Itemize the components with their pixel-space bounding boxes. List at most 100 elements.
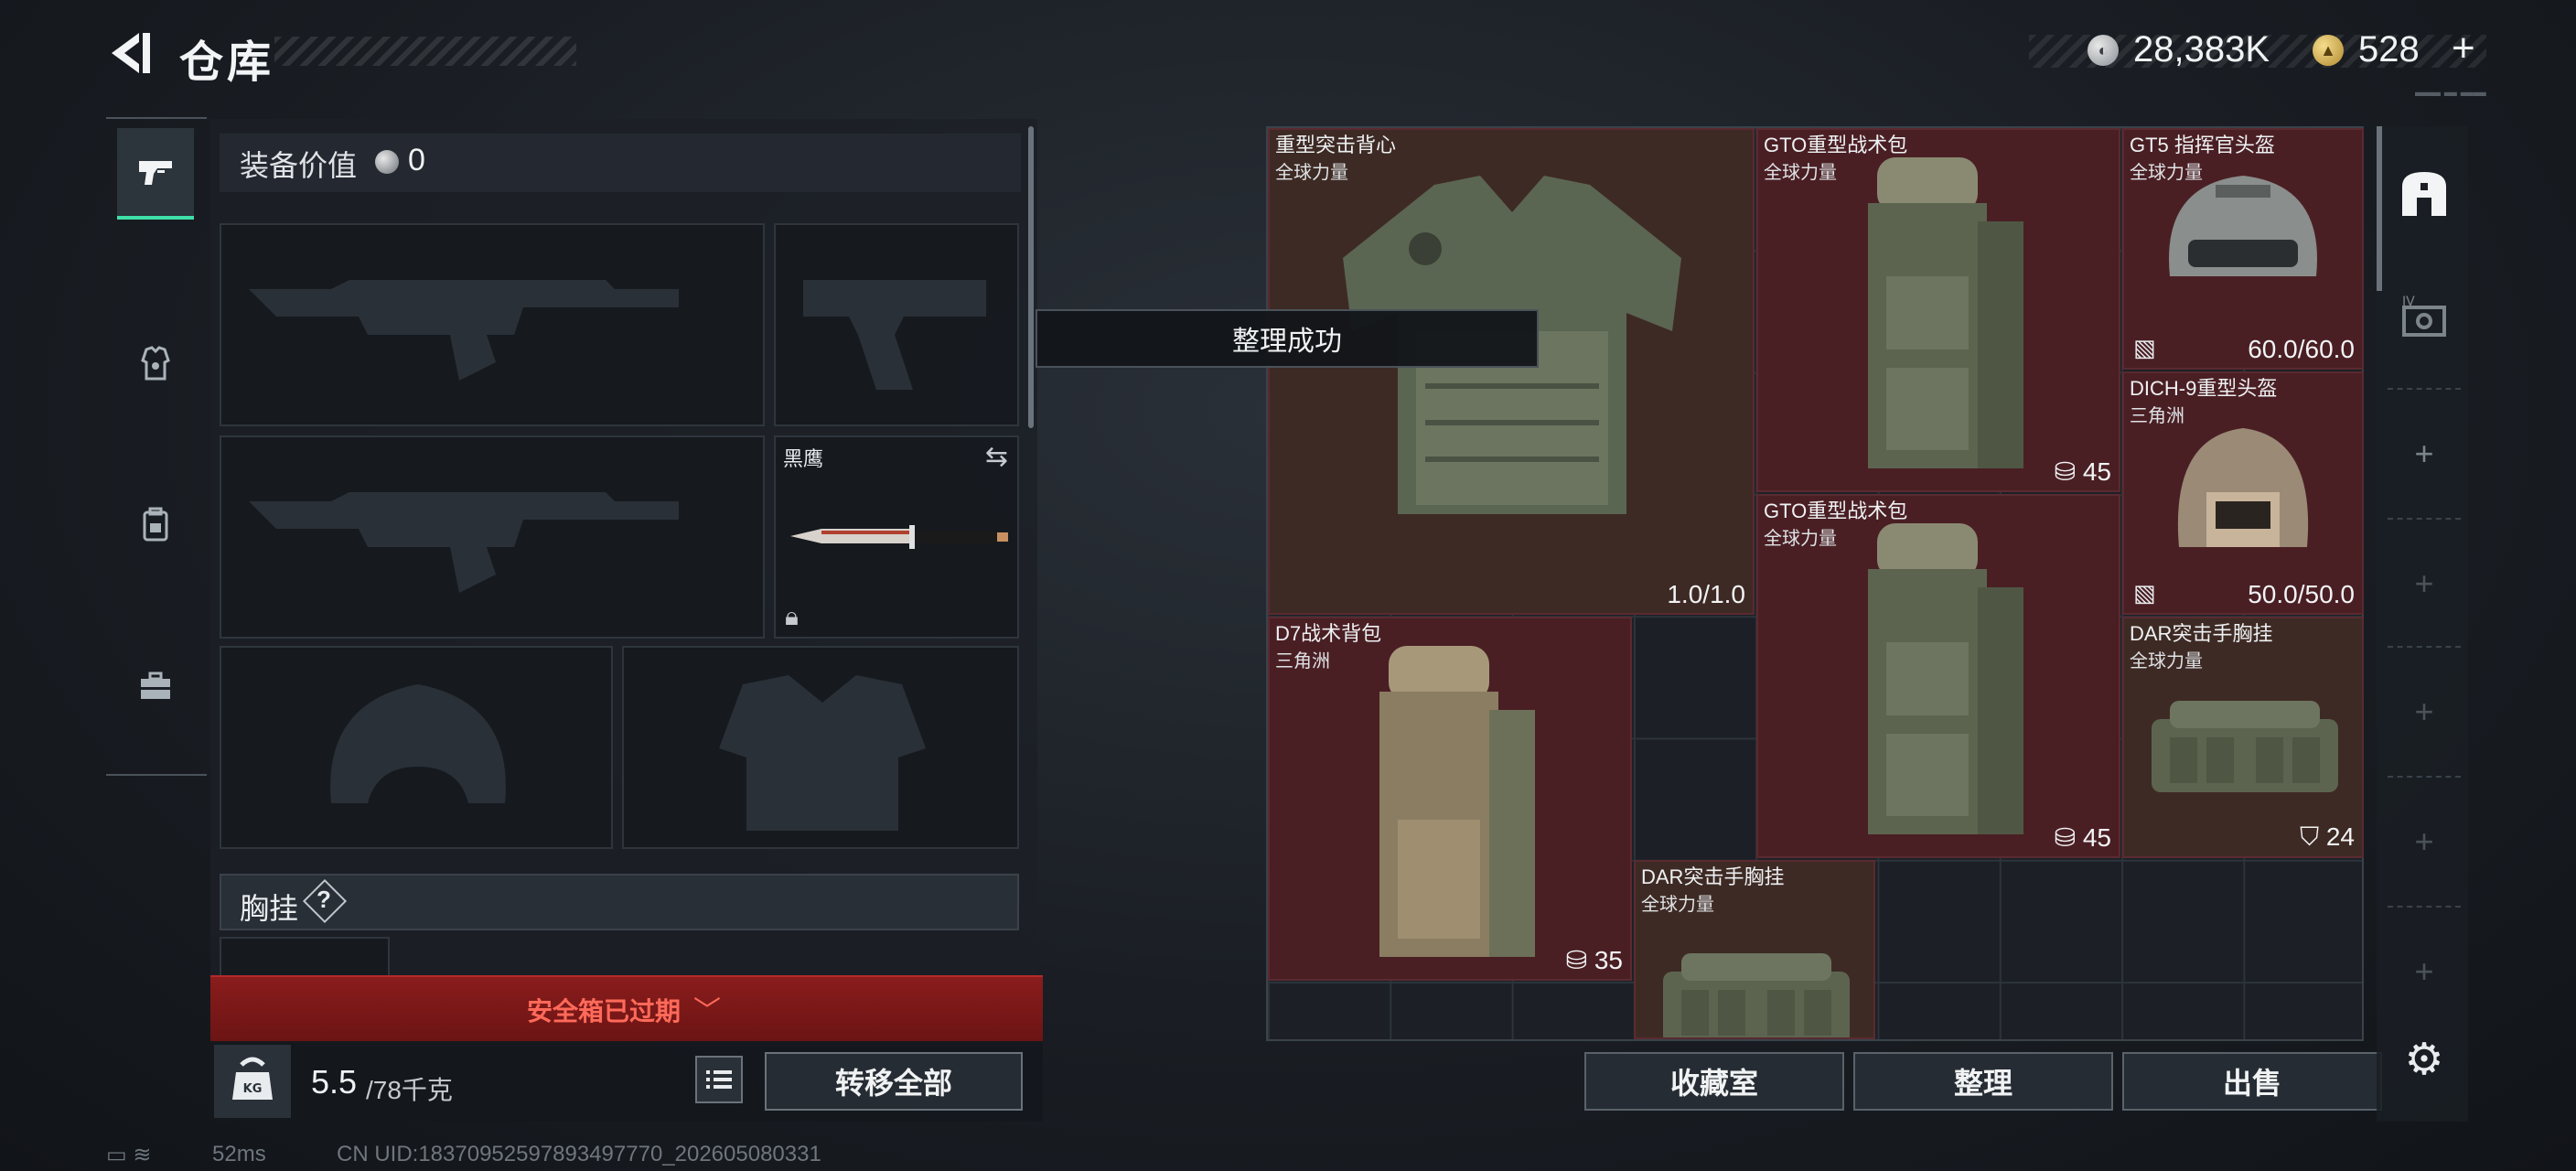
tier-badge: IV [2402, 295, 2415, 309]
item-durability: 50.0/50.0 [2248, 580, 2355, 608]
tab-armor[interactable] [117, 320, 194, 408]
weight-current: 5.5 [311, 1063, 358, 1101]
uid-text: CN UID:18370952597893497770_202605080331 [337, 1142, 821, 1166]
tab-backpack[interactable] [117, 481, 194, 569]
primary-weapon-slot[interactable] [220, 223, 765, 426]
backpack-icon [143, 507, 168, 542]
knife-icon [790, 525, 1008, 549]
equipment-value-label: 装备价值 [240, 149, 358, 182]
item-faction: 全球力量 [1764, 529, 1837, 549]
page-title: 仓库 [179, 38, 275, 87]
list-view-button[interactable] [695, 1056, 743, 1103]
back-arrow-icon [112, 33, 150, 73]
storage-tab-extension[interactable]: IV [2388, 284, 2461, 357]
tab-toolbox[interactable] [117, 642, 194, 730]
sell-button[interactable]: 出售 [2122, 1052, 2382, 1111]
backpack-image [1868, 523, 2023, 834]
title-decoration [274, 37, 576, 66]
safebox-expired-text: 安全箱已过期 [527, 997, 682, 1026]
sidearm-slot[interactable] [774, 223, 1019, 426]
helmet-image [2169, 176, 2317, 276]
gold-coin-value: 528 [2358, 29, 2420, 70]
weight-small-icon: ⛁ [2054, 457, 2083, 486]
weight-icon-text: KG [243, 1082, 263, 1096]
rail-divider [2388, 518, 2461, 520]
storage-item-backpack[interactable]: GTO重型战术包 全球力量 ⛁ 45 [1756, 128, 2120, 492]
rail-divider [2388, 646, 2461, 648]
swap-icon[interactable]: ⇆ [985, 441, 1008, 473]
item-durability: 1.0/1.0 [1667, 580, 1745, 608]
chest-rig-image [1663, 953, 1850, 1037]
tidy-success-toast: 整理成功 [1036, 309, 1539, 368]
weight-small-icon: ⛁ [1565, 946, 1594, 974]
tab-weapons[interactable] [117, 128, 194, 220]
back-button[interactable] [102, 26, 157, 81]
storage-item-chest-rig[interactable]: DAR突击手胸挂 全球力量 [1634, 860, 1875, 1039]
item-faction: 全球力量 [1641, 895, 1714, 915]
item-faction: 全球力量 [2130, 651, 2203, 671]
ping-text: 52ms [212, 1142, 266, 1166]
storage-item-vest[interactable]: 重型突击背心 全球力量 1.0/1.0 [1268, 128, 1755, 615]
storage-item-chest-rig[interactable]: DAR突击手胸挂 全球力量 ⛉ 24 [2122, 617, 2364, 858]
item-capacity: ⛁ 35 [1566, 945, 1623, 975]
durability-icon: ▧ [2133, 334, 2156, 361]
help-icon-glyph: ? [317, 886, 331, 913]
tidy-button[interactable]: 整理 [1853, 1052, 2113, 1111]
add-storage-button[interactable]: + [2388, 805, 2461, 878]
chest-rig-label: 胸挂 [240, 892, 299, 925]
chest-rig-slot[interactable] [220, 937, 390, 977]
add-storage-button[interactable]: + [2388, 417, 2461, 490]
vest-small-icon: ⛉ [2300, 822, 2326, 851]
knife-name: 黑鹰 [783, 447, 824, 470]
item-name: GT5 指挥官头盔 [2130, 134, 2275, 156]
silver-coin-icon: ◐ [2088, 35, 2119, 66]
backpack-image [1379, 646, 1535, 957]
helmet-silhouette-icon [330, 684, 506, 803]
item-capacity-value: 35 [1594, 946, 1623, 974]
settings-gear-icon[interactable]: ⚙ [2388, 1023, 2461, 1096]
helmet-image [2177, 428, 2309, 547]
add-storage-button[interactable]: + [2388, 675, 2461, 748]
item-name: DICH-9重型头盔 [2130, 377, 2278, 400]
storage-item-backpack[interactable]: GTO重型战术包 全球力量 ⛁ 45 [1756, 494, 2120, 858]
storage-item-helmet[interactable]: GT5 指挥官头盔 全球力量 ▧ 60.0/60.0 [2122, 128, 2364, 370]
item-capacity: ⛉ 24 [2300, 822, 2355, 853]
silver-coin-icon [375, 150, 399, 174]
storage-item-helmet[interactable]: DICH-9重型头盔 三角洲 ▧ 50.0/50.0 [2122, 371, 2364, 615]
rail-divider [2388, 776, 2461, 778]
pistol-icon [139, 161, 172, 185]
item-capacity-value: 45 [2082, 823, 2111, 852]
armor-slot[interactable] [622, 646, 1019, 849]
list-icon [706, 1070, 732, 1089]
add-storage-button[interactable]: + [2388, 547, 2461, 620]
weight-icon: KG [214, 1045, 291, 1118]
item-capacity: ⛁ 45 [2055, 457, 2111, 487]
storage-box-icon: IV [2402, 295, 2446, 337]
item-name: DAR突击手胸挂 [2130, 622, 2273, 645]
item-capacity-value: 24 [2325, 822, 2355, 851]
item-capacity-value: 45 [2082, 457, 2111, 486]
helmet-slot[interactable] [220, 646, 613, 849]
grid-scrollbar[interactable] [2377, 126, 2382, 291]
gold-coin-icon: ▲ [2313, 35, 2344, 66]
secondary-weapon-slot[interactable] [220, 435, 765, 639]
lock-icon: 🔒︎ [785, 602, 799, 630]
silver-coin-value: 28,383K [2133, 29, 2270, 70]
transfer-all-button[interactable]: 转移全部 [765, 1052, 1023, 1111]
item-faction: 全球力量 [1764, 163, 1837, 183]
item-capacity: ⛁ 45 [2055, 822, 2111, 853]
panel-scrollbar[interactable] [1028, 126, 1034, 428]
item-name: DAR突击手胸挂 [1641, 865, 1785, 888]
briefcase-icon [141, 671, 170, 699]
add-currency-button[interactable]: + [2452, 26, 2475, 71]
melee-slot[interactable]: 黑鹰 ⇆ 🔒︎ [774, 435, 1019, 639]
add-storage-button[interactable]: + [2388, 935, 2461, 1008]
rifle-silhouette-icon [249, 280, 679, 381]
chest-rig-image [2152, 701, 2338, 792]
weight-small-icon: ⛁ [2054, 823, 2083, 852]
collection-room-button[interactable]: 收藏室 [1584, 1052, 1844, 1111]
storage-item-backpack[interactable]: D7战术背包 三角洲 ⛁ 35 [1268, 617, 1632, 981]
chevron-down-icon[interactable]: ﹀ [693, 988, 721, 1028]
weight-max: /78千克 [366, 1076, 453, 1104]
storage-tab-main[interactable] [2388, 157, 2461, 231]
